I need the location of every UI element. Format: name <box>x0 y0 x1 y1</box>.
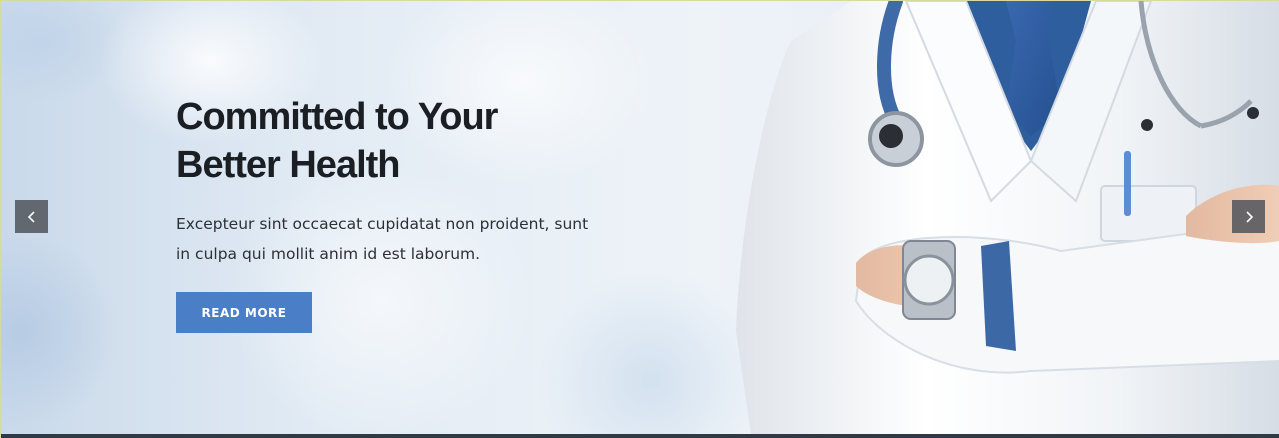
hero-description-line-2: in culpa qui mollit anim id est laborum. <box>176 245 481 263</box>
slider-prev-button[interactable] <box>15 200 48 233</box>
slider-next-button[interactable] <box>1232 200 1265 233</box>
slider-bottom-bar <box>1 434 1279 438</box>
hero-title-line-1: Committed to Your <box>176 96 498 138</box>
hero-description-line-1: Excepteur sint occaecat cupidatat non pr… <box>176 215 589 233</box>
chevron-right-icon <box>1245 210 1253 223</box>
read-more-button[interactable]: READ MORE <box>176 292 312 333</box>
chevron-left-icon <box>27 210 35 223</box>
hero-title: Committed to Your Better Health <box>176 93 616 189</box>
hero-title-line-2: Better Health <box>176 144 401 186</box>
hero-description: Excepteur sint occaecat cupidatat non pr… <box>176 209 616 269</box>
hero-slider: Committed to Your Better Health Excepteu… <box>0 0 1279 438</box>
hero-content: Committed to Your Better Health Excepteu… <box>176 93 616 269</box>
doctor-image <box>736 1 1279 435</box>
